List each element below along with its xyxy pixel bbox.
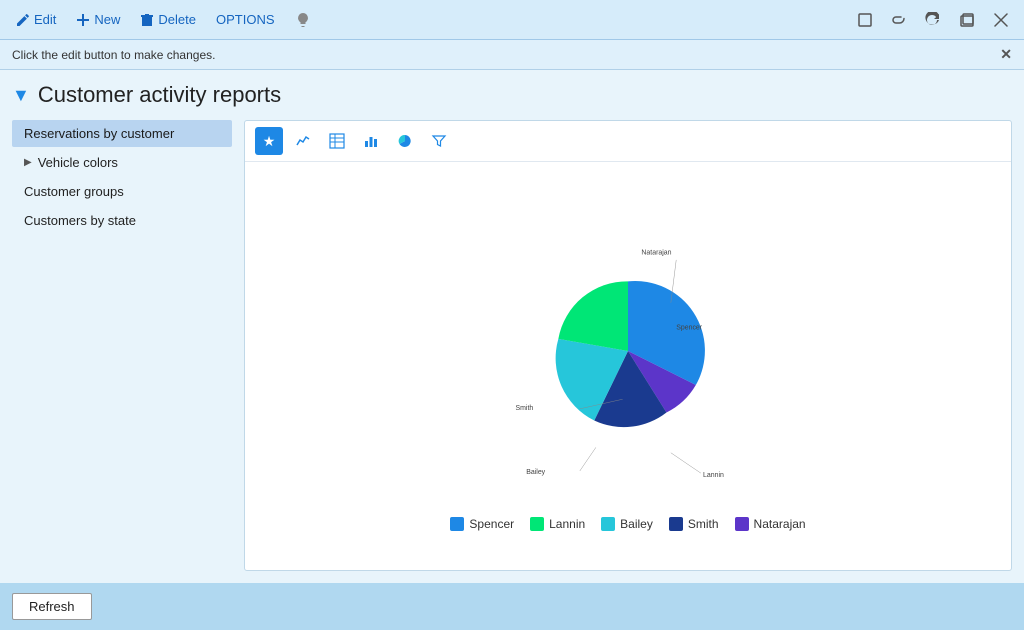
legend-natarajan: Natarajan: [735, 517, 806, 531]
window-icon1-button[interactable]: [850, 5, 880, 35]
label-smith: Smith: [516, 405, 534, 412]
lannin-line: [671, 453, 701, 473]
label-natarajan: Natarajan: [641, 250, 671, 257]
bailey-line: [580, 447, 596, 471]
label-bailey: Bailey: [526, 469, 545, 476]
legend-spencer: Spencer: [450, 517, 514, 531]
legend-spencer-color: [450, 517, 464, 531]
filter-icon: ▼: [12, 85, 30, 106]
pie-chart-icon: [397, 133, 413, 149]
label-spencer: Spencer: [676, 325, 703, 332]
infobar: Click the edit button to make changes. ✕: [0, 40, 1024, 70]
legend-bailey-color: [601, 517, 615, 531]
content-row: Reservations by customer ▶ Vehicle color…: [12, 120, 1012, 571]
infobar-message: Click the edit button to make changes.: [12, 48, 215, 62]
bar-view-button[interactable]: [357, 127, 385, 155]
delete-icon: [140, 13, 154, 27]
legend-lannin: Lannin: [530, 517, 585, 531]
table-view-button[interactable]: [323, 127, 351, 155]
legend-natarajan-label: Natarajan: [754, 517, 806, 531]
legend-smith-color: [669, 517, 683, 531]
close-icon: [994, 13, 1008, 27]
attachment-button[interactable]: [884, 5, 914, 35]
label-lannin: Lannin: [703, 472, 724, 479]
report-toolbar: ★: [245, 121, 1011, 162]
refresh-button[interactable]: Refresh: [12, 593, 92, 620]
legend-smith: Smith: [669, 517, 719, 531]
report-panel: ★: [244, 120, 1012, 571]
pie-view-button[interactable]: [391, 127, 419, 155]
titlebar: Edit New Delete OPTIONS: [0, 0, 1024, 40]
close-button[interactable]: [986, 5, 1016, 35]
legend-smith-label: Smith: [688, 517, 719, 531]
sidebar-item-label: Customer groups: [24, 184, 124, 199]
filter-view-button[interactable]: [425, 127, 453, 155]
page-header: ▼ Customer activity reports: [12, 82, 1012, 108]
legend-lannin-color: [530, 517, 544, 531]
filter-icon: [431, 133, 447, 149]
legend-natarajan-color: [735, 517, 749, 531]
infobar-close-button[interactable]: ✕: [1000, 46, 1012, 63]
refresh-title-button[interactable]: [918, 5, 948, 35]
star-view-button[interactable]: ★: [255, 127, 283, 155]
maximize-button[interactable]: [952, 5, 982, 35]
legend-lannin-label: Lannin: [549, 517, 585, 531]
sidebar-item-label: Reservations by customer: [24, 126, 174, 141]
bar-chart-icon: [363, 133, 379, 149]
edit-icon: [16, 13, 30, 27]
sidebar-item-reservations-by-customer[interactable]: Reservations by customer: [12, 120, 232, 147]
sidebar: Reservations by customer ▶ Vehicle color…: [12, 120, 232, 571]
line-view-button[interactable]: [289, 127, 317, 155]
pie-lannin: [558, 281, 628, 351]
refresh-title-icon: [925, 12, 941, 28]
sidebar-item-customer-groups[interactable]: Customer groups: [12, 178, 232, 205]
table-icon: [329, 133, 345, 149]
edit-button[interactable]: Edit: [8, 8, 64, 31]
lightbulb-icon: [295, 12, 311, 28]
expand-arrow-icon: ▶: [24, 157, 32, 168]
pie-svg: Spencer Natarajan Smith: [478, 201, 778, 501]
attachment-icon: [891, 12, 907, 28]
maximize-icon: [959, 12, 975, 28]
legend-bailey-label: Bailey: [620, 517, 653, 531]
chart-area: Spencer Natarajan Smith: [245, 162, 1011, 570]
delete-button[interactable]: Delete: [132, 8, 204, 31]
window-icon: [857, 12, 873, 28]
line-chart-icon: [295, 133, 311, 149]
main-area: ▼ Customer activity reports Reservations…: [0, 70, 1024, 583]
bottombar: Refresh: [0, 583, 1024, 630]
pie-chart: Spencer Natarajan Smith: [478, 201, 778, 501]
sidebar-item-customers-by-state[interactable]: Customers by state: [12, 207, 232, 234]
sidebar-item-vehicle-colors[interactable]: ▶ Vehicle colors: [12, 149, 232, 176]
sidebar-item-label: Customers by state: [24, 213, 136, 228]
legend-bailey: Bailey: [601, 517, 653, 531]
chart-legend: Spencer Lannin Bailey Smith: [450, 517, 805, 531]
options-button[interactable]: OPTIONS: [208, 8, 283, 31]
lightbulb-button[interactable]: [287, 8, 319, 32]
legend-spencer-label: Spencer: [469, 517, 514, 531]
new-button[interactable]: New: [68, 8, 128, 31]
sidebar-item-label: Vehicle colors: [38, 155, 118, 170]
page-title: Customer activity reports: [38, 82, 281, 108]
new-icon: [76, 13, 90, 27]
